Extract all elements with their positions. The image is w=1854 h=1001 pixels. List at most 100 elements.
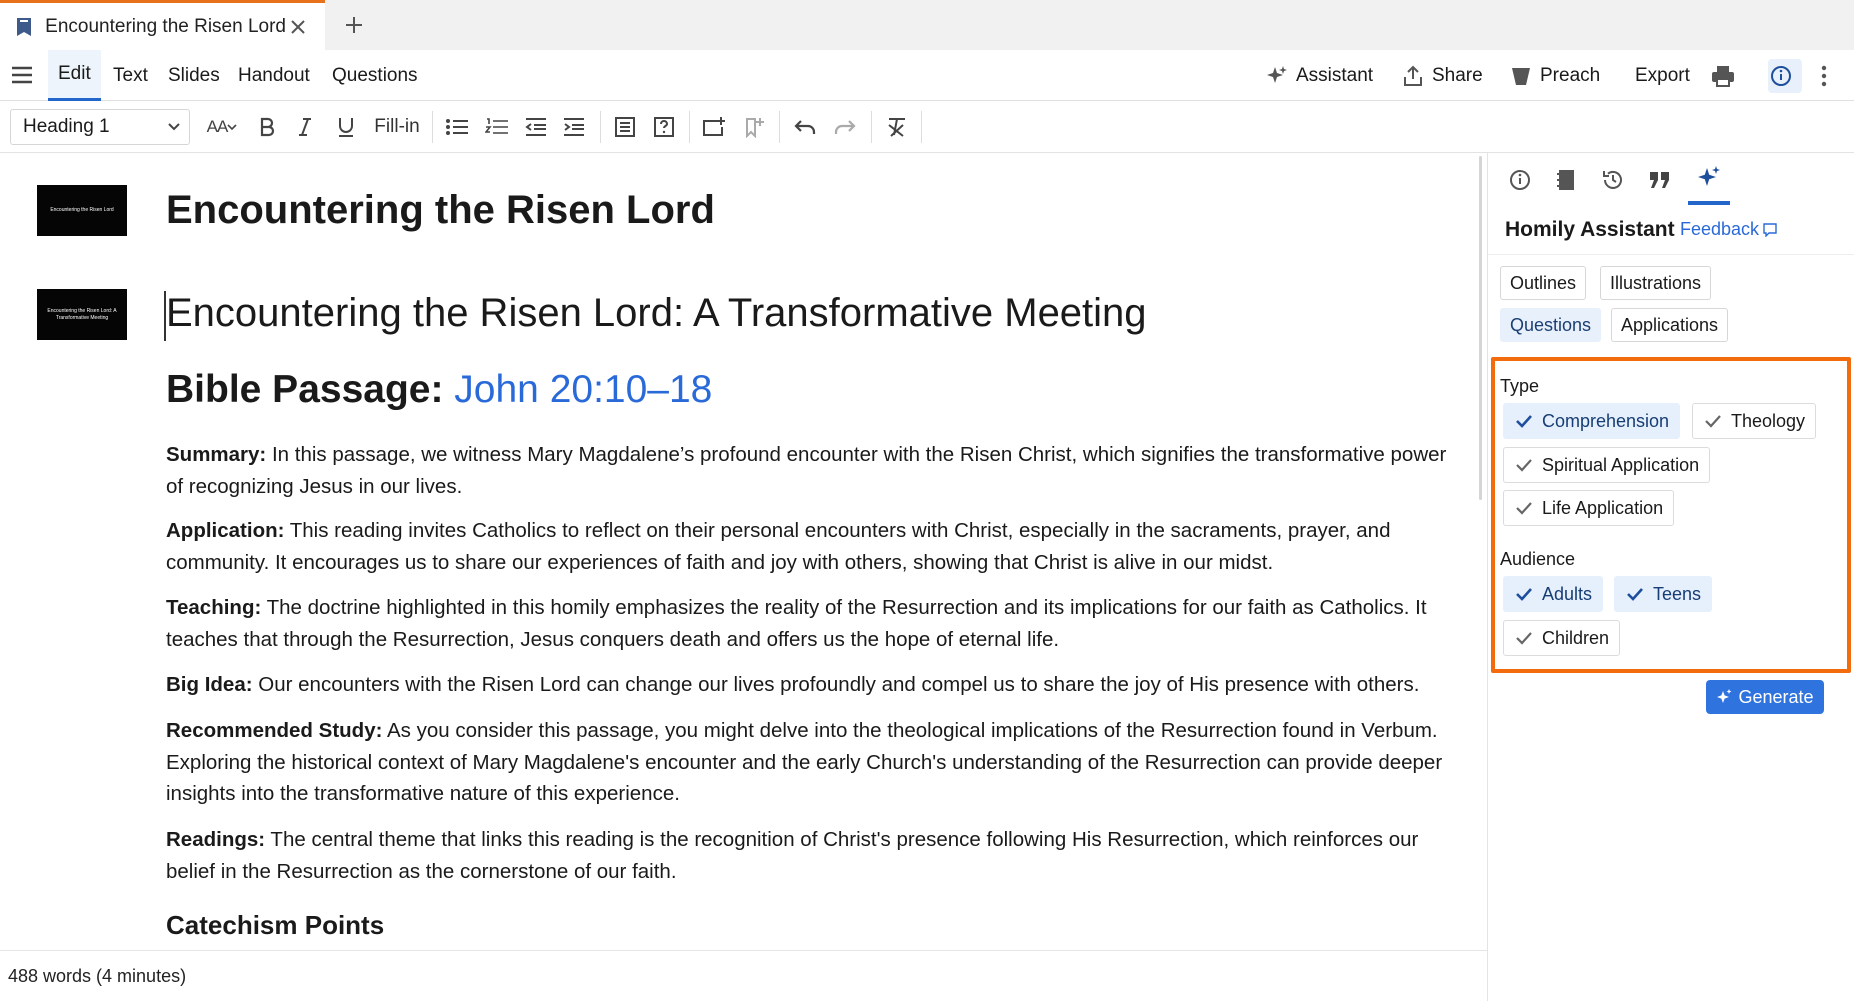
bold-button[interactable]: [255, 111, 279, 143]
print-button[interactable]: [1711, 50, 1743, 101]
bible-passage-heading[interactable]: Bible Passage: John 20:10–18: [166, 368, 712, 412]
add-bookmark-button[interactable]: [741, 111, 767, 143]
menu-slides[interactable]: Slides: [168, 50, 220, 101]
font-size-button[interactable]: AA: [202, 111, 242, 143]
hamburger-menu-icon[interactable]: [10, 64, 34, 86]
document-title[interactable]: Encountering the Risen Lord: [166, 188, 715, 233]
menu-handout[interactable]: Handout: [238, 50, 310, 101]
type-spiritual-application-label: Spiritual Application: [1542, 454, 1700, 475]
tab-title: Encountering the Risen Lord: [45, 15, 286, 37]
check-icon: [1516, 502, 1532, 515]
summary-paragraph[interactable]: Summary: In this passage, we witness Mar…: [166, 439, 1456, 502]
panel-tab-quotes[interactable]: [1640, 163, 1680, 197]
menu-edit[interactable]: Edit: [48, 50, 101, 101]
italic-button[interactable]: [293, 111, 317, 143]
audience-children[interactable]: Children: [1503, 620, 1621, 656]
insert-slide-button[interactable]: [701, 111, 727, 143]
indent-icon: [564, 118, 584, 136]
audience-teens[interactable]: Teens: [1614, 576, 1713, 612]
undo-icon: [794, 120, 816, 134]
panel-tab-info[interactable]: [1500, 163, 1540, 197]
document-editor[interactable]: Encountering the Risen Lord Encountering…: [0, 153, 1487, 950]
document-subtitle[interactable]: Encountering the Risen Lord: A Transform…: [166, 291, 1147, 336]
big-idea-paragraph[interactable]: Big Idea: Our encounters with the Risen …: [166, 669, 1456, 701]
panel-tab-assistant[interactable]: [1688, 153, 1730, 205]
clear-format-icon: [888, 118, 905, 137]
readings-paragraph[interactable]: Readings: The central theme that links t…: [166, 824, 1456, 887]
check-icon: [1705, 415, 1721, 428]
type-theology[interactable]: Theology: [1692, 403, 1817, 439]
toolbar-divider: [779, 111, 780, 143]
type-spiritual-application[interactable]: Spiritual Application: [1503, 447, 1711, 483]
toolbar-divider: [432, 111, 433, 143]
insert-block-button[interactable]: [612, 111, 638, 143]
bible-passage-link[interactable]: John 20:10–18: [454, 368, 712, 411]
menu-bar: Edit Text Slides Handout Questions Assis…: [0, 50, 1854, 101]
menu-questions[interactable]: Questions: [332, 50, 418, 101]
sparkle-icon: [1698, 166, 1720, 186]
add-slide-icon: [703, 117, 725, 136]
type-label: Type: [1500, 376, 1540, 396]
category-illustrations[interactable]: Illustrations: [1600, 266, 1712, 300]
document-block-icon: [615, 117, 635, 137]
close-icon[interactable]: [286, 15, 309, 39]
preach-button[interactable]: Preach: [1510, 50, 1600, 101]
more-options-button[interactable]: [1820, 50, 1836, 101]
bible-passage-label: Bible Passage:: [166, 368, 455, 411]
paragraph-style-select[interactable]: Heading 1: [10, 109, 190, 145]
indent-button[interactable]: [560, 111, 588, 143]
bullet-list-button[interactable]: [443, 111, 471, 143]
underline-button[interactable]: [334, 111, 358, 143]
generate-button[interactable]: Generate: [1706, 680, 1824, 714]
numbered-list-button[interactable]: [483, 111, 511, 143]
chevron-down-icon: [168, 123, 180, 131]
type-theology-label: Theology: [1731, 410, 1806, 431]
share-button[interactable]: Share: [1402, 50, 1483, 101]
export-button[interactable]: Export: [1635, 50, 1690, 101]
category-outlines[interactable]: Outlines: [1500, 266, 1587, 300]
paragraph-label: Teaching:: [166, 596, 262, 619]
menu-text[interactable]: Text: [113, 50, 148, 101]
assistant-button[interactable]: Assistant: [1266, 50, 1373, 101]
application-paragraph[interactable]: Application: This reading invites Cathol…: [166, 515, 1456, 578]
panel-divider-line: [1488, 254, 1854, 255]
toolbar-divider: [921, 111, 922, 143]
sparkle-icon: [1717, 689, 1732, 703]
toolbar-divider: [689, 111, 690, 143]
slide-thumbnail[interactable]: Encountering the Risen Lord: A Transform…: [37, 289, 127, 340]
teaching-paragraph[interactable]: Teaching: The doctrine highlighted in th…: [166, 592, 1456, 655]
feedback-link[interactable]: Feedback: [1680, 219, 1777, 240]
share-label: Share: [1432, 64, 1483, 86]
preach-label: Preach: [1540, 64, 1601, 86]
notebook-icon: [1557, 170, 1574, 190]
undo-button[interactable]: [791, 111, 819, 143]
panel-tab-history[interactable]: [1593, 163, 1633, 197]
slide-thumbnail[interactable]: Encountering the Risen Lord: [37, 185, 127, 236]
printer-icon: [1712, 65, 1734, 87]
type-life-application[interactable]: Life Application: [1503, 490, 1675, 526]
category-applications[interactable]: Applications: [1611, 308, 1729, 342]
fill-in-button[interactable]: Fill-in: [372, 111, 422, 143]
category-questions[interactable]: Questions: [1500, 308, 1602, 342]
numbered-list-icon: [485, 118, 508, 134]
type-comprehension[interactable]: Comprehension: [1503, 403, 1681, 439]
editor-scrollbar[interactable]: [1479, 156, 1482, 500]
word-count: 488 words (4 minutes): [8, 966, 187, 986]
history-icon: [1603, 170, 1622, 189]
catechism-points-heading[interactable]: Catechism Points: [166, 910, 384, 941]
recommended-study-paragraph[interactable]: Recommended Study: As you consider this …: [166, 715, 1456, 810]
new-tab-button[interactable]: [340, 11, 368, 39]
feedback-label: Feedback: [1680, 219, 1760, 239]
clear-formatting-button[interactable]: [884, 111, 910, 143]
kebab-icon: [1821, 65, 1827, 86]
panel-tab-notes[interactable]: [1546, 163, 1586, 197]
audience-adults[interactable]: Adults: [1503, 576, 1604, 612]
insert-question-button[interactable]: [651, 111, 677, 143]
document-tab[interactable]: Encountering the Risen Lord: [0, 0, 325, 50]
redo-button[interactable]: [831, 111, 859, 143]
outdent-button[interactable]: [522, 111, 550, 143]
audience-label: Audience: [1500, 549, 1576, 569]
paragraph-text: The doctrine highlighted in this homily …: [166, 596, 1427, 651]
info-button[interactable]: [1768, 50, 1802, 101]
sparkle-icon: [1267, 65, 1287, 83]
